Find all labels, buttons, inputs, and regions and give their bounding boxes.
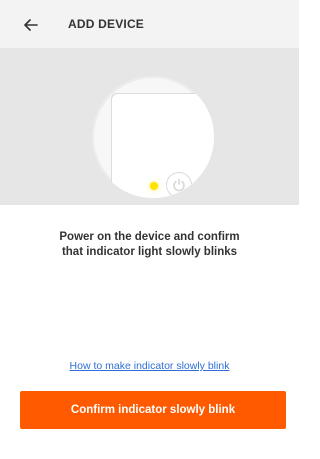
illustration-circle bbox=[92, 76, 214, 198]
top-bar: ADD DEVICE bbox=[0, 0, 299, 48]
device-illustration bbox=[0, 48, 299, 205]
instruction-line-2: that indicator light slowly blinks bbox=[61, 246, 238, 258]
power-icon bbox=[173, 178, 185, 192]
instruction-text: Power on the device and confirm that ind… bbox=[20, 230, 279, 260]
power-button-graphic bbox=[166, 172, 192, 198]
indicator-light bbox=[150, 182, 158, 190]
arrow-left-icon bbox=[24, 19, 38, 31]
instruction-line-1: Power on the device and confirm bbox=[59, 231, 240, 243]
page-title: ADD DEVICE bbox=[68, 17, 145, 31]
confirm-button[interactable]: Confirm indicator slowly blink bbox=[20, 391, 286, 429]
help-link[interactable]: How to make indicator slowly blink bbox=[0, 360, 299, 372]
device-body bbox=[112, 94, 214, 198]
back-button[interactable] bbox=[22, 16, 40, 34]
